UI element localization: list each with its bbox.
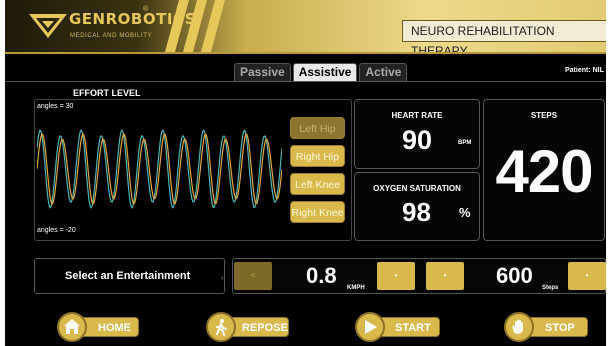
entertainment-caret-icon: ‹ <box>221 273 224 282</box>
hand-stop-icon[interactable] <box>504 312 534 342</box>
steps-goal-unit: Steps <box>542 285 559 291</box>
oxygen-saturation-title: OXYGEN SATURATION <box>373 184 461 193</box>
app-window: GENROBOTICS ® MEDICAL AND MOBILITY NEURO… <box>5 0 606 346</box>
left-hip-button[interactable]: Left Hip <box>290 117 345 139</box>
angle-min-label: angles = -20 <box>37 227 76 234</box>
left-knee-button[interactable]: Left Knee <box>290 173 345 195</box>
header-bar: GENROBOTICS ® MEDICAL AND MOBILITY NEURO… <box>5 0 606 58</box>
angle-max-label: angles = 30 <box>37 103 74 110</box>
speed-increase-button[interactable]: • <box>377 262 415 290</box>
steps-goal-increase-button[interactable]: • <box>568 262 606 290</box>
trademark-mark: ® <box>143 6 149 13</box>
effort-level-label: EFFORT LEVEL <box>73 88 141 98</box>
walking-person-icon[interactable] <box>206 312 236 342</box>
mode-tabs: Passive Assistive Active <box>234 63 409 81</box>
home-icon[interactable] <box>57 312 87 342</box>
play-icon[interactable] <box>355 312 385 342</box>
tab-passive[interactable]: Passive <box>234 63 291 81</box>
patient-label: Patient: NIL <box>565 67 604 74</box>
tab-active[interactable]: Active <box>359 63 408 81</box>
steps-title: STEPS <box>530 111 558 120</box>
right-hip-button[interactable]: Right Hip <box>290 145 345 167</box>
steps-goal-decrease-button[interactable]: • <box>426 262 464 290</box>
speed-value: 0.8 <box>306 263 337 288</box>
heart-rate-unit: BPM <box>458 140 472 146</box>
speed-decrease-button[interactable]: < <box>234 262 272 290</box>
heart-rate-title: HEART RATE <box>391 111 443 120</box>
steps-goal-value: 600 <box>496 263 533 288</box>
genrobotics-logo-icon <box>29 14 67 38</box>
brand-subtitle: MEDICAL AND MOBILITY <box>70 33 153 39</box>
tab-assistive[interactable]: Assistive <box>292 63 358 81</box>
tabs-divider <box>5 81 606 82</box>
header-stripes-decoration <box>165 0 225 52</box>
header-divider <box>5 52 606 54</box>
effort-waveform-graph <box>37 128 282 210</box>
oxygen-saturation-value: 98 <box>402 197 431 227</box>
entertainment-select[interactable]: Select an Entertainment <box>34 258 225 294</box>
heart-rate-value: 90 <box>402 125 433 155</box>
oxygen-saturation-unit: % <box>459 205 471 220</box>
right-knee-button[interactable]: Right Knee <box>290 201 345 223</box>
screen-title: NEURO REHABILITATION THERAPY <box>402 20 606 58</box>
steps-value: 420 <box>495 138 593 205</box>
speed-unit: KMPH <box>347 285 365 291</box>
